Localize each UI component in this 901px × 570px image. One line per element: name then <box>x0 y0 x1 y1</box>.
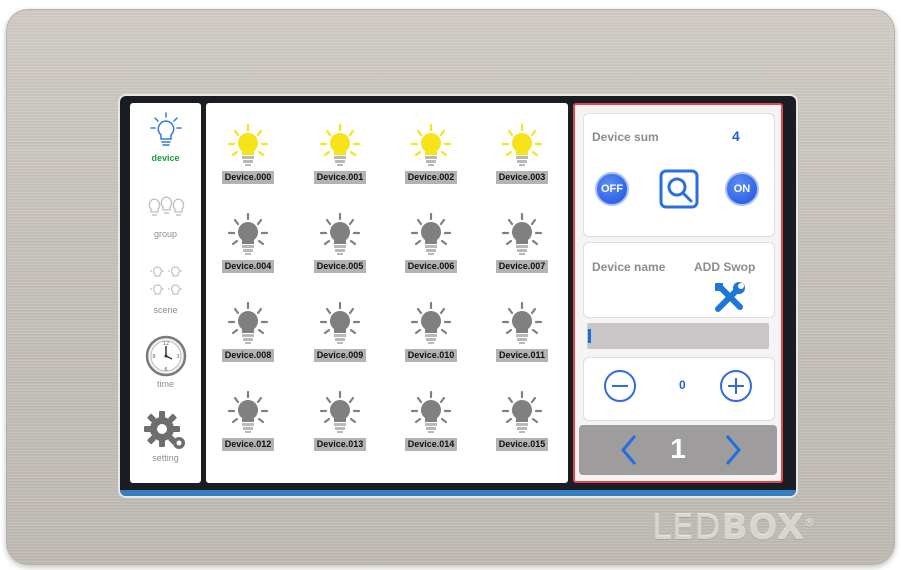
brand-part2: BOX <box>721 508 805 548</box>
svg-text:6: 6 <box>164 367 167 373</box>
device-name-label: Device name <box>592 260 666 274</box>
level-slider[interactable] <box>587 323 769 349</box>
device-label: Device.000 <box>221 171 275 184</box>
pager: 1 <box>579 425 777 475</box>
device-label: Device.007 <box>495 260 549 273</box>
minus-icon <box>612 385 628 387</box>
bulb-off-icon <box>227 301 269 344</box>
bulb-off-icon <box>319 301 361 344</box>
device-label: Device.010 <box>404 349 458 362</box>
all-on-button[interactable]: ON <box>725 172 759 206</box>
device-tile[interactable]: Device.012 <box>210 390 286 474</box>
device-tile[interactable]: Device.004 <box>210 212 286 296</box>
gear-icon <box>143 411 185 449</box>
sidebar-item-device[interactable]: device <box>130 111 201 163</box>
device-tile[interactable]: Device.010 <box>393 301 469 385</box>
bulb-off-icon <box>501 390 543 433</box>
bulb-off-icon <box>410 301 452 344</box>
device-label: Device.003 <box>495 171 549 184</box>
device-label: Device.002 <box>404 171 458 184</box>
bulb-off-icon <box>410 212 452 255</box>
clock-icon: 12369 <box>145 335 186 377</box>
sidebar-item-label: setting <box>152 453 179 463</box>
device-sum-label: Device sum <box>592 130 659 144</box>
chevron-right-icon[interactable] <box>723 433 743 467</box>
bulb-off-icon <box>227 390 269 433</box>
bulb-off-icon <box>501 301 543 344</box>
device-label: Device.005 <box>313 260 367 273</box>
device-tile[interactable]: Device.002 <box>393 123 469 207</box>
device-label: Device.015 <box>495 438 549 451</box>
device-tile[interactable]: Device.003 <box>484 123 560 207</box>
bulb-on-icon <box>227 123 269 166</box>
all-off-button[interactable]: OFF <box>595 172 629 206</box>
brand-part1: LED <box>652 508 722 548</box>
device-label: Device.009 <box>313 349 367 362</box>
svg-text:9: 9 <box>152 354 155 360</box>
device-grid: Device.000 Device.001 Device.002 Device.003… <box>206 103 568 483</box>
sidebar-item-setting[interactable]: setting <box>130 411 201 463</box>
device-tile[interactable]: Device.014 <box>393 390 469 474</box>
sidebar-item-label: group <box>153 229 178 239</box>
search-icon[interactable] <box>658 168 700 210</box>
sidebar: device group scene 12 3 6 9 time setting <box>130 103 201 483</box>
device-tile[interactable]: Device.000 <box>210 123 286 207</box>
device-label: Device.013 <box>313 438 367 451</box>
bulb-off-icon <box>319 212 361 255</box>
brand-mark: ® <box>804 518 816 530</box>
bulb-on-icon <box>410 123 452 166</box>
device-label: Device.001 <box>313 171 367 184</box>
level-value: 0 <box>679 378 686 392</box>
plus-icon-v <box>735 378 737 394</box>
device-label: Device.014 <box>404 438 458 451</box>
sidebar-item-group[interactable]: group <box>130 191 201 239</box>
screen-edge-glow <box>120 490 796 496</box>
device-label: Device.008 <box>221 349 275 362</box>
sidebar-item-time[interactable]: 12 3 6 9 time <box>130 335 201 389</box>
device-tile[interactable]: Device.007 <box>484 212 560 296</box>
device-label: Device.011 <box>495 349 549 362</box>
bulb-on-icon <box>319 123 361 166</box>
level-slider-fill <box>588 329 591 343</box>
control-panel: Device sum 4 OFF ON Device name ADD Swop <box>573 103 783 483</box>
device-tile[interactable]: Device.015 <box>484 390 560 474</box>
device-tile[interactable]: Device.005 <box>302 212 378 296</box>
device-name-card: Device name ADD Swop <box>583 242 775 318</box>
add-swop-label: ADD Swop <box>694 260 756 274</box>
sidebar-item-label: scene <box>153 305 178 315</box>
sidebar-item-label: time <box>156 379 174 389</box>
device-tile[interactable]: Device.008 <box>210 301 286 385</box>
device-tile[interactable]: Device.009 <box>302 301 378 385</box>
device-tile[interactable]: Device.001 <box>302 123 378 207</box>
bulb-group-icon <box>148 196 184 216</box>
sidebar-item-label: device <box>151 153 180 163</box>
tools-icon[interactable] <box>712 281 748 313</box>
page-number: 1 <box>670 433 686 464</box>
svg-text:3: 3 <box>176 354 179 360</box>
sidebar-item-scene[interactable]: scene <box>130 263 201 315</box>
device-tile[interactable]: Device.006 <box>393 212 469 296</box>
device-sum-value: 4 <box>732 128 740 144</box>
decrease-button[interactable] <box>604 370 636 402</box>
increase-button[interactable] <box>720 370 752 402</box>
scene-bulbs-icon <box>149 266 182 295</box>
device-sum-card: Device sum 4 OFF ON <box>583 113 775 237</box>
bulb-on-icon <box>501 123 543 166</box>
device-label: Device.006 <box>404 260 458 273</box>
device-label: Device.004 <box>221 260 275 273</box>
bulb-off-icon <box>319 390 361 433</box>
bulb-off-icon <box>410 390 452 433</box>
bulb-outline-icon <box>149 112 182 146</box>
chevron-left-icon[interactable] <box>619 433 639 467</box>
bulb-off-icon <box>501 212 543 255</box>
bulb-off-icon <box>227 212 269 255</box>
device-tile[interactable]: Device.011 <box>484 301 560 385</box>
level-card: 0 <box>583 357 775 421</box>
brand-logo: LEDBOX® <box>652 508 822 548</box>
device-label: Device.012 <box>221 438 275 451</box>
device-tile[interactable]: Device.013 <box>302 390 378 474</box>
